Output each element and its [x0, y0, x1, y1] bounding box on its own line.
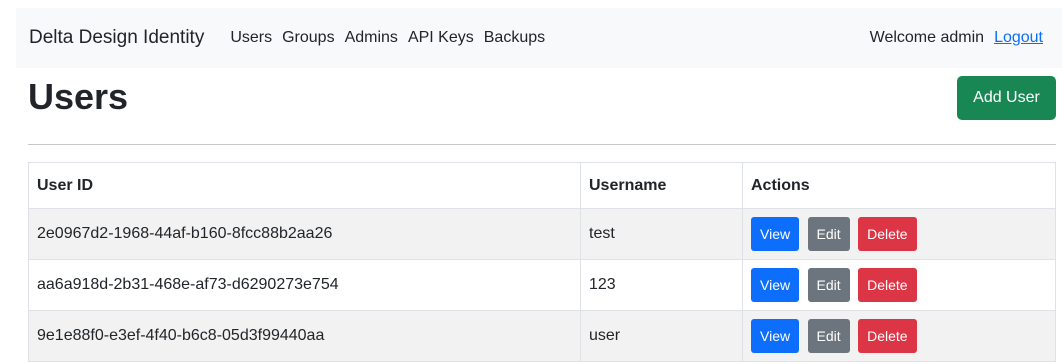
user-id-cell: aa6a918d-2b31-468e-af73-d6290273e754 — [28, 259, 581, 311]
logout-link[interactable]: Logout — [994, 29, 1043, 47]
nav-link-backups[interactable]: Backups — [484, 29, 545, 47]
nav-link-admins[interactable]: Admins — [345, 29, 398, 47]
navbar: Delta Design Identity Users Groups Admin… — [16, 8, 1062, 68]
page-title: Users — [28, 76, 129, 117]
welcome-text: Welcome admin — [869, 29, 985, 46]
delete-button[interactable]: Delete — [858, 319, 917, 353]
delete-button[interactable]: Delete — [858, 268, 917, 302]
username-cell: user — [580, 310, 743, 362]
edit-button[interactable]: Edit — [807, 268, 850, 302]
table-row: aa6a918d-2b31-468e-af73-d6290273e754 123… — [28, 259, 1056, 311]
table-row: 2e0967d2-1968-44af-b160-8fcc88b2aa26 tes… — [28, 208, 1056, 260]
username-cell: test — [580, 208, 743, 260]
actions-cell: View Edit Delete — [742, 208, 1056, 260]
nav-link-users[interactable]: Users — [230, 29, 272, 47]
user-id-cell: 2e0967d2-1968-44af-b160-8fcc88b2aa26 — [28, 208, 581, 260]
nav-link-api-keys[interactable]: API Keys — [408, 29, 474, 47]
actions-cell: View Edit Delete — [742, 310, 1056, 362]
nav-user-area: Welcome admin Logout — [870, 29, 1043, 47]
users-table: User ID Username Actions 2e0967d2-1968-4… — [28, 162, 1056, 362]
nav-link-groups[interactable]: Groups — [282, 29, 334, 47]
add-user-button[interactable]: Add User — [957, 76, 1056, 120]
divider — [28, 144, 1056, 145]
delete-button[interactable]: Delete — [858, 217, 917, 251]
edit-button[interactable]: Edit — [807, 217, 850, 251]
user-id-cell: 9e1e88f0-e3ef-4f40-b6c8-05d3f99440aa — [28, 310, 581, 362]
column-header-user-id: User ID — [28, 162, 581, 209]
username-cell: 123 — [580, 259, 743, 311]
column-header-actions: Actions — [742, 162, 1056, 209]
actions-cell: View Edit Delete — [742, 259, 1056, 311]
view-button[interactable]: View — [751, 268, 800, 302]
view-button[interactable]: View — [751, 319, 800, 353]
table-row: 9e1e88f0-e3ef-4f40-b6c8-05d3f99440aa use… — [28, 310, 1056, 362]
column-header-username: Username — [580, 162, 743, 209]
view-button[interactable]: View — [751, 217, 800, 251]
edit-button[interactable]: Edit — [807, 319, 850, 353]
brand[interactable]: Delta Design Identity — [29, 27, 204, 49]
table-header-row: User ID Username Actions — [28, 162, 1056, 209]
nav-links: Users Groups Admins API Keys Backups — [230, 29, 555, 47]
